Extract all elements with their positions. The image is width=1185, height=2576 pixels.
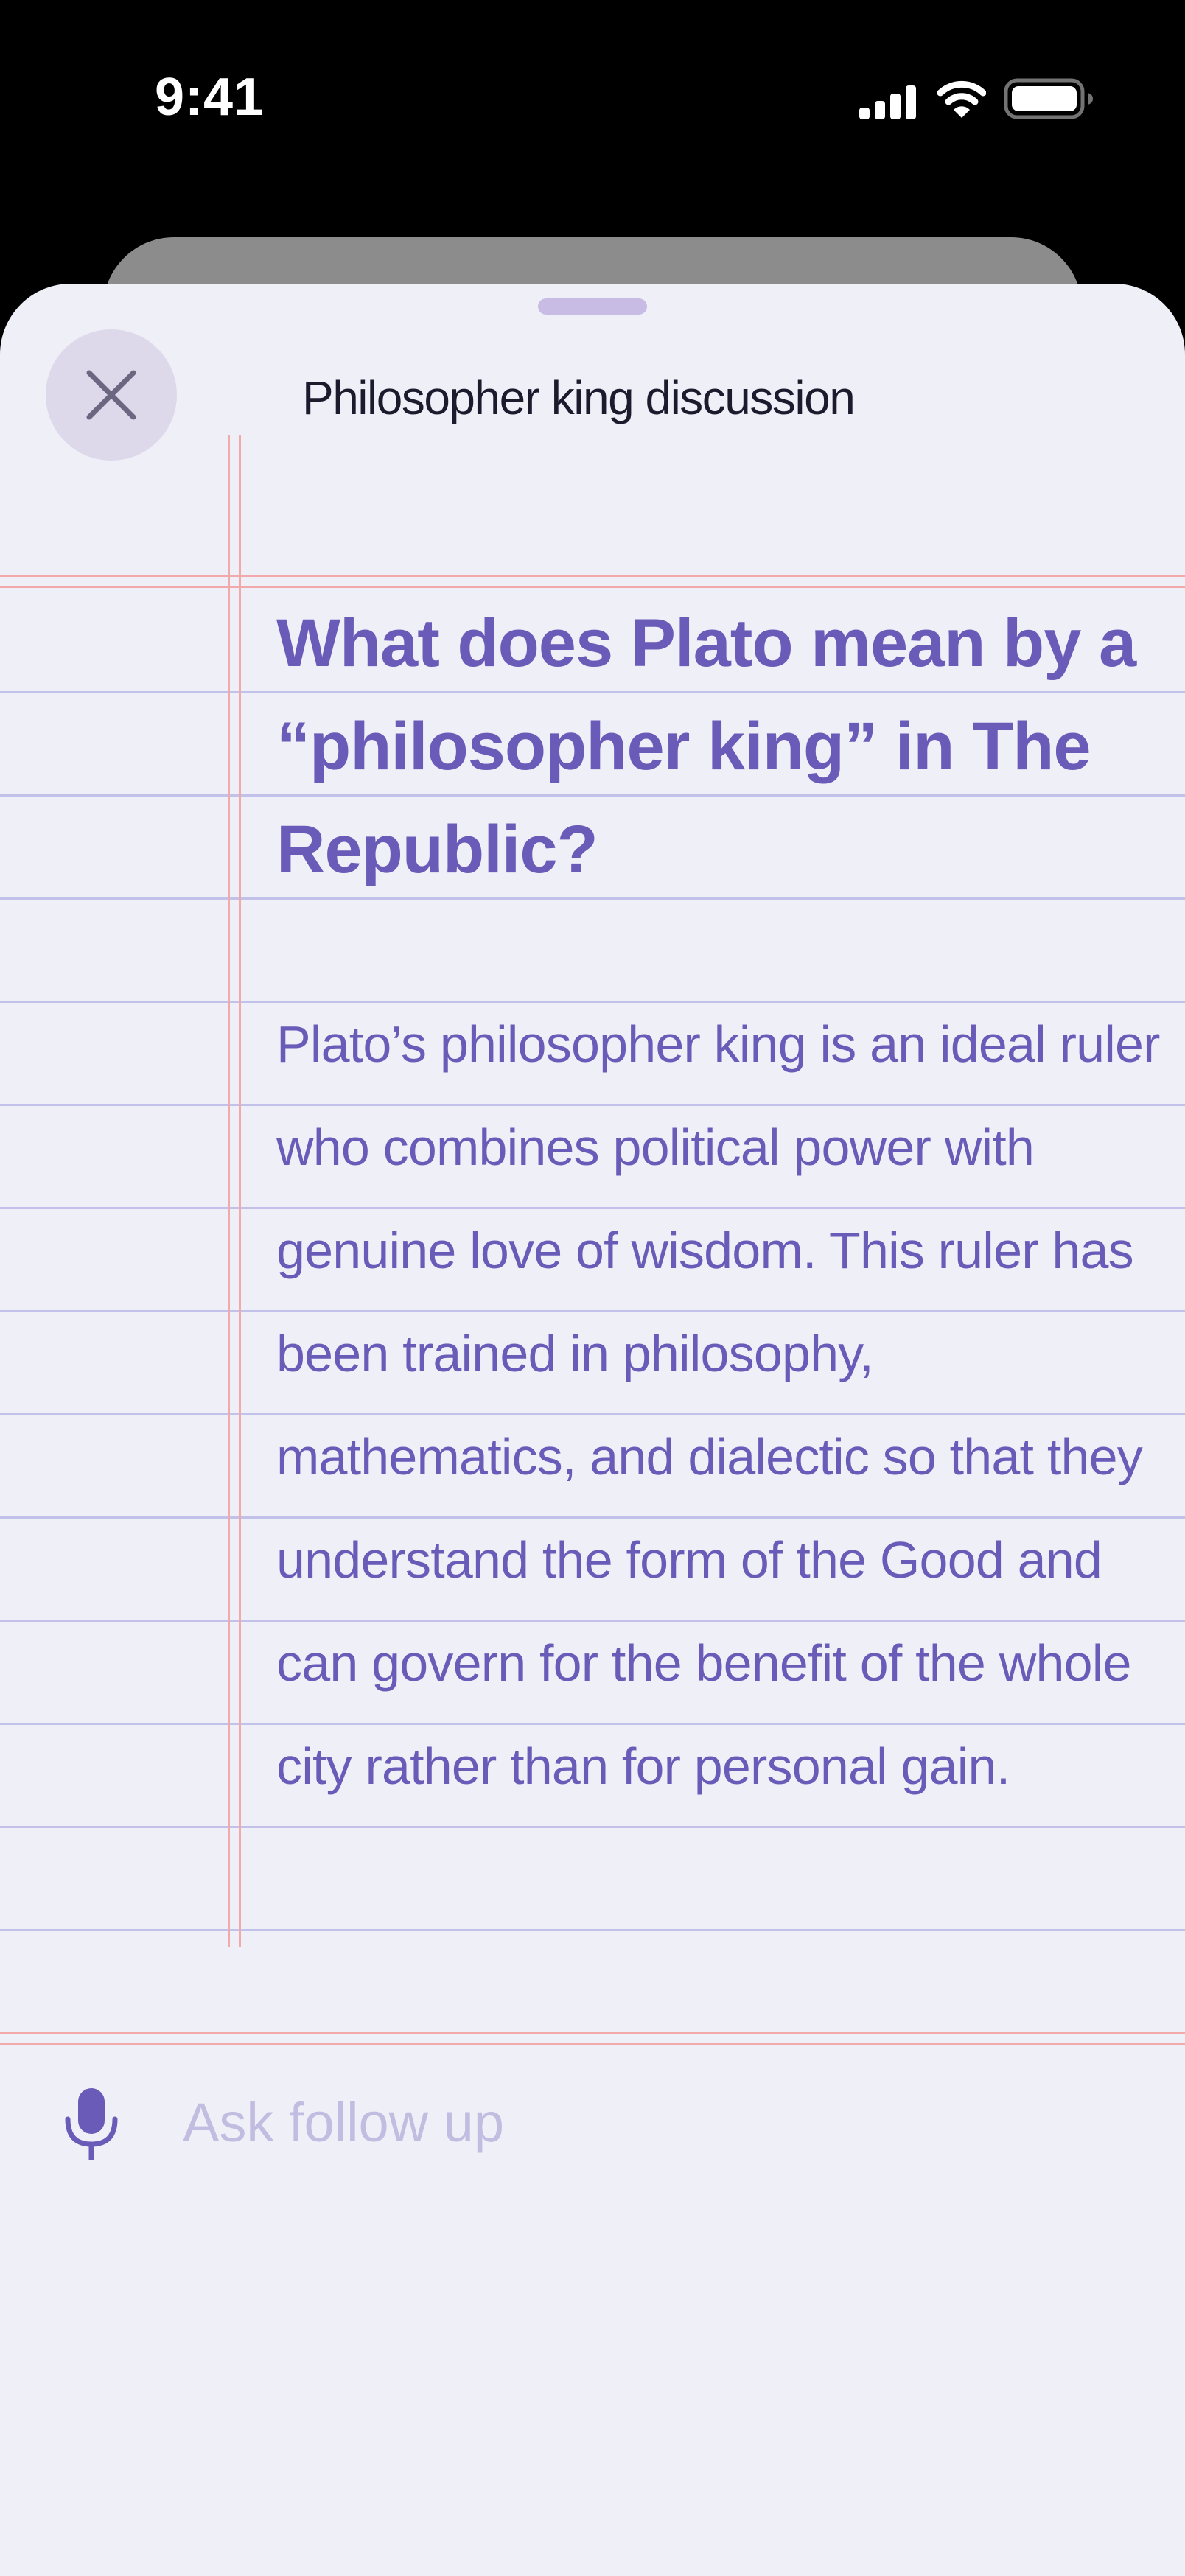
left-margin-line bbox=[228, 435, 230, 1947]
battery-icon bbox=[1004, 78, 1093, 119]
follow-up-input[interactable] bbox=[183, 2082, 1067, 2163]
top-margin-line bbox=[0, 586, 1185, 588]
conversation-sheet: Philosopher king discussion What does Pl… bbox=[0, 284, 1185, 2576]
bottom-margin-line bbox=[0, 2043, 1185, 2045]
wifi-icon bbox=[937, 80, 986, 118]
close-button[interactable] bbox=[46, 329, 177, 461]
ruled-line bbox=[0, 1826, 1185, 1828]
status-bar: 9:41 bbox=[0, 0, 1185, 192]
cellular-signal-icon bbox=[859, 85, 916, 119]
close-icon bbox=[86, 370, 136, 420]
top-margin-line bbox=[0, 575, 1185, 577]
microphone-button[interactable] bbox=[63, 2087, 119, 2162]
status-icons bbox=[859, 74, 1095, 119]
sheet-grabber[interactable] bbox=[538, 298, 647, 315]
microphone-icon bbox=[65, 2088, 118, 2162]
left-margin-line bbox=[239, 435, 241, 1947]
ruled-line bbox=[0, 1929, 1185, 1931]
status-time: 9:41 bbox=[155, 68, 265, 127]
bottom-margin-line bbox=[0, 2032, 1185, 2034]
sheet-title: Philosopher king discussion bbox=[302, 371, 856, 424]
user-question: What does Plato mean by a “philosopher k… bbox=[276, 606, 1136, 887]
assistant-answer: Plato’s philosopher king is an ideal rul… bbox=[276, 1015, 1160, 1795]
